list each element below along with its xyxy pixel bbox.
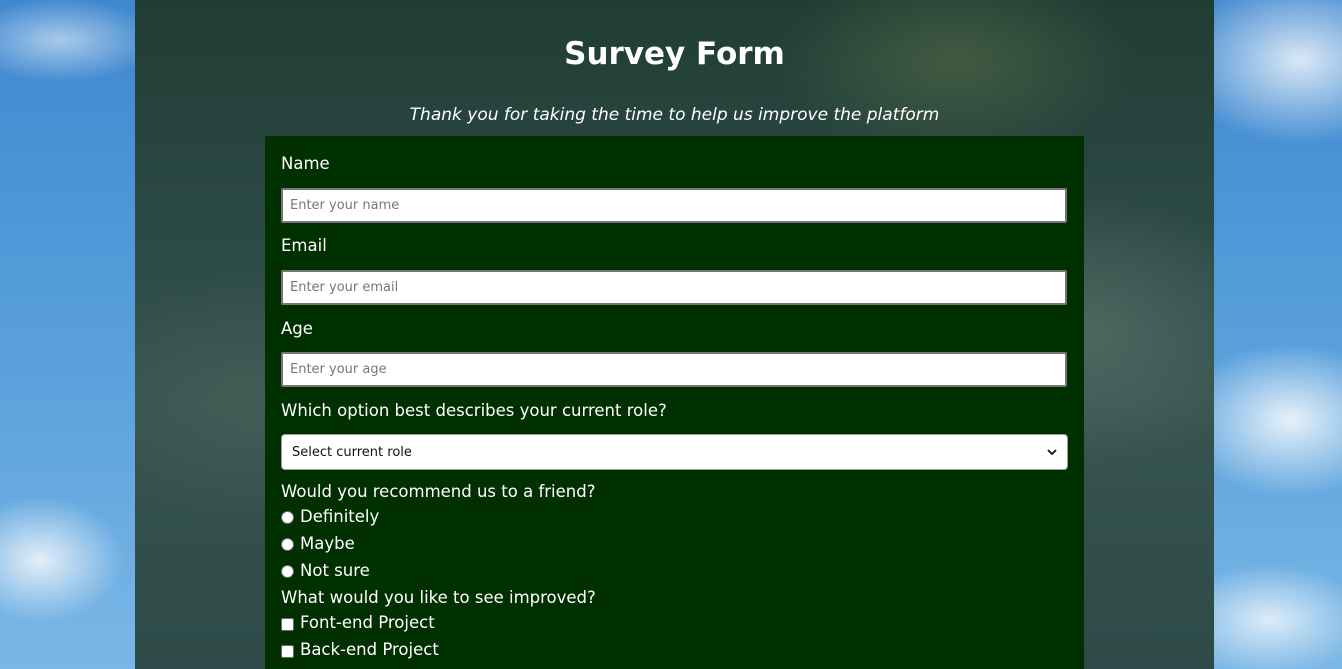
recommend-option-not-sure[interactable]: Not sure (281, 560, 581, 582)
name-label: Name (281, 154, 330, 173)
radio-button[interactable] (281, 565, 294, 578)
checkbox[interactable] (281, 618, 294, 631)
radio-button[interactable] (281, 511, 294, 524)
age-label: Age (281, 319, 313, 338)
improve-option-frontend[interactable]: Font-end Project (281, 612, 581, 634)
checkbox[interactable] (281, 645, 294, 658)
radio-label: Not sure (300, 561, 370, 580)
recommend-label: Would you recommend us to a friend? (281, 482, 596, 501)
radio-button[interactable] (281, 538, 294, 551)
email-input[interactable] (281, 270, 1067, 305)
role-select-value: Select current role (292, 444, 412, 460)
checkbox-label: Font-end Project (300, 613, 435, 632)
page-subtitle: Thank you for taking the time to help us… (409, 105, 940, 125)
improve-option-backend[interactable]: Back-end Project (281, 639, 581, 661)
page-title: Survey Form (564, 36, 785, 72)
checkbox-label: Back-end Project (300, 640, 439, 659)
name-input[interactable] (281, 188, 1067, 223)
improve-label: What would you like to see improved? (281, 588, 596, 607)
email-label: Email (281, 236, 327, 255)
chevron-down-icon (1047, 449, 1057, 456)
recommend-option-definitely[interactable]: Definitely (281, 506, 581, 528)
radio-label: Definitely (300, 507, 380, 526)
survey-form: Name Email Age Which option best describ… (265, 136, 1084, 669)
recommend-option-maybe[interactable]: Maybe (281, 533, 581, 555)
radio-label: Maybe (300, 534, 355, 553)
age-input[interactable] (281, 352, 1067, 387)
role-select[interactable]: Select current role (281, 434, 1068, 470)
role-label: Which option best describes your current… (281, 401, 667, 420)
main-panel: Survey Form Thank you for taking the tim… (135, 0, 1214, 669)
